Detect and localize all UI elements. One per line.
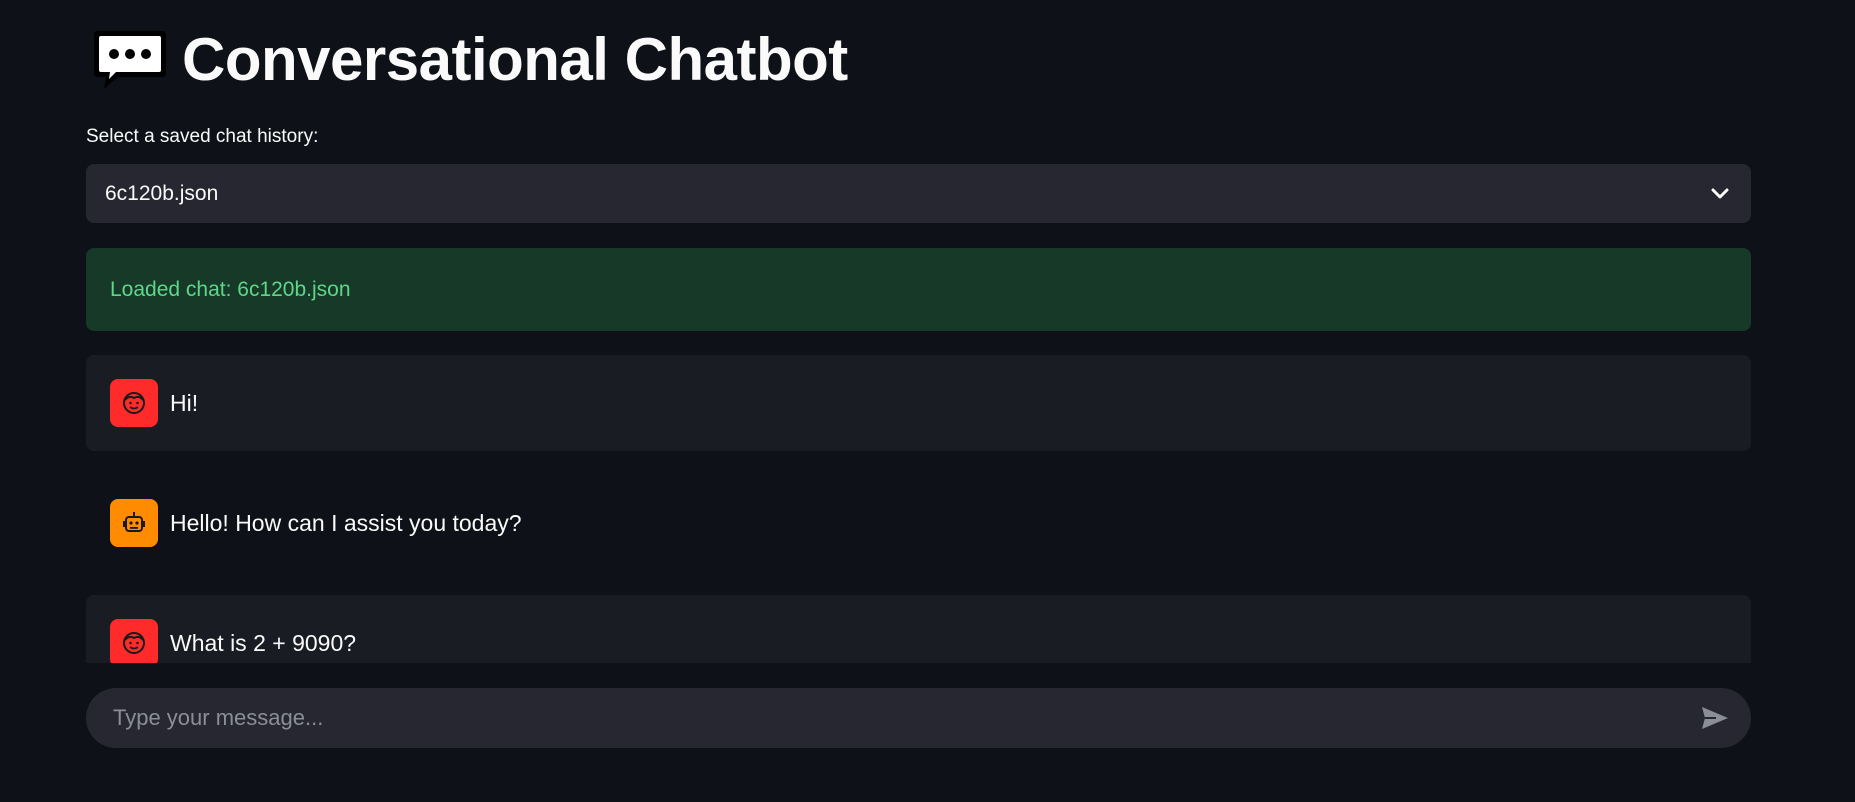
main-content: Conversational Chatbot Select a saved ch… (86, 0, 1751, 331)
chat-messages[interactable]: Hi! Hello! How can I assist you today? W… (86, 355, 1751, 663)
message-input[interactable] (111, 704, 1695, 732)
header: Conversational Chatbot (86, 0, 1751, 118)
chat-message-user: What is 2 + 9090? (86, 595, 1751, 663)
history-select[interactable]: 6c120b.json (86, 164, 1751, 223)
chevron-down-icon (1708, 182, 1732, 206)
message-text: What is 2 + 9090? (170, 629, 357, 656)
user-face-icon (110, 379, 158, 427)
app-page: Conversational Chatbot Select a saved ch… (0, 0, 1855, 802)
speech-balloon-icon (92, 27, 168, 91)
message-text: Hello! How can I assist you today? (170, 509, 522, 536)
message-text: Hi! (170, 389, 199, 416)
robot-icon (110, 499, 158, 547)
chat-message-user: Hi! (86, 355, 1751, 451)
user-face-icon (110, 619, 158, 663)
history-select-value: 6c120b.json (105, 181, 219, 205)
status-message: Loaded chat: 6c120b.json (110, 277, 351, 301)
success-alert: Loaded chat: 6c120b.json (86, 248, 1751, 331)
chat-input-bar (86, 688, 1751, 748)
chat-message-assistant: Hello! How can I assist you today? (86, 475, 1751, 571)
history-select-label: Select a saved chat history: (86, 126, 319, 147)
send-icon (1700, 705, 1730, 731)
send-button[interactable] (1695, 698, 1735, 738)
page-title: Conversational Chatbot (182, 25, 848, 93)
